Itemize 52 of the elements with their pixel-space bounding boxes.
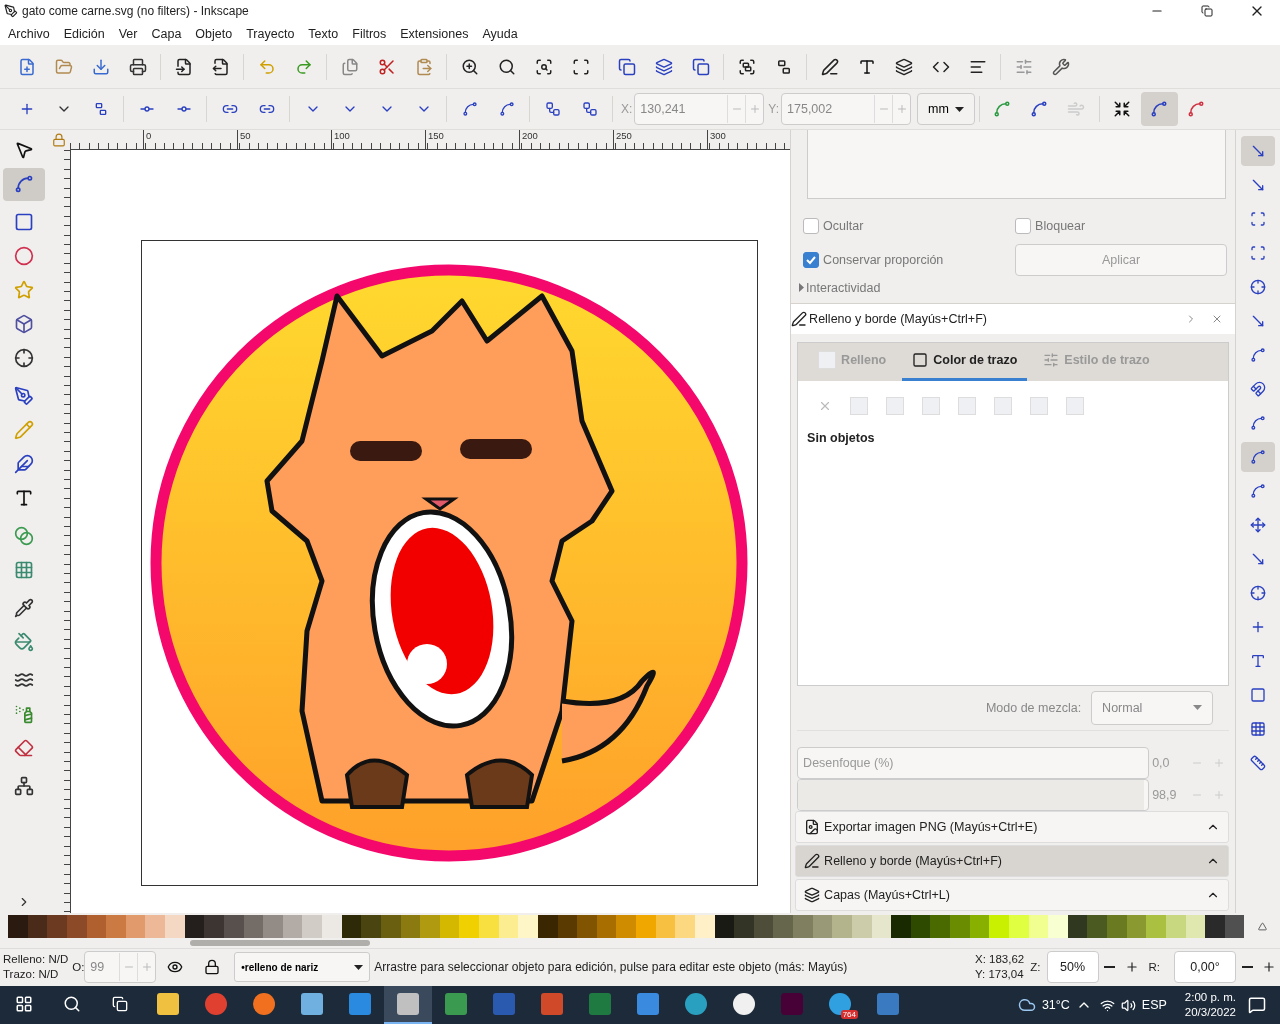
menu-item[interactable]: Ayuda (476, 26, 526, 41)
zoom-field[interactable]: 50% (1046, 951, 1099, 984)
docked-dialog-tab[interactable]: Capas (Mayús+Ctrl+L) (795, 878, 1230, 911)
menu-item[interactable]: Ver (112, 26, 146, 41)
blur-label: Desenfoque (%) (802, 755, 894, 770)
tab[interactable]: Color de trazo (902, 342, 1028, 381)
fill-label: Relleno: N/D (3, 952, 69, 968)
menu-item[interactable]: Capa (145, 26, 190, 41)
clock-time: 2:00 p. m. (1184, 990, 1236, 1005)
window-title: gato come carne.svg (no filters) - Inkscape (22, 4, 250, 18)
menu-item[interactable]: Texto (302, 26, 347, 41)
input-language[interactable]: ESP (1141, 998, 1167, 1012)
ruler-label: 250 (612, 129, 632, 149)
checkbox[interactable]: Bloquear (1015, 217, 1228, 234)
menu-item[interactable]: Edición (57, 26, 113, 41)
cursor-x: X: 183,62 (975, 952, 1025, 968)
coordinate-label: Y: (768, 102, 780, 117)
ruler-label: 200 (518, 129, 538, 149)
checkbox[interactable]: Ocultar (803, 217, 1016, 234)
opacity-label: O: (72, 961, 85, 974)
opacity-value: 98,9 (1151, 787, 1178, 802)
menu-item[interactable]: Objeto (189, 26, 241, 41)
coordinate-label: X: (621, 102, 633, 117)
stroke-label: Trazo: N/D (3, 967, 60, 983)
blur-value: 0,0 (1151, 755, 1171, 770)
rotation-field[interactable]: 0,00° (1174, 951, 1236, 984)
dialog-title: Relleno y borde (Mayús+Ctrl+F) (809, 311, 988, 326)
checkbox[interactable]: Conservar proporción (803, 251, 1016, 268)
temperature: 31°C (1041, 998, 1070, 1012)
layer-dropdown[interactable]: •relleno de nariz (234, 952, 371, 983)
unit-dropdown[interactable]: mm (917, 93, 975, 126)
clock-date: 20/3/2022 (1184, 1005, 1236, 1020)
status-message: Sin objetos (806, 429, 876, 447)
docked-dialog-tab[interactable]: Relleno y borde (Mayús+Ctrl+F) (795, 844, 1230, 877)
docked-dialog-tab[interactable]: Exportar imagen PNG (Mayús+Ctrl+E) (795, 810, 1230, 843)
status-message: Arrastre para seleccionar objeto para edición, pulse para editar este objeto (más: Mayús) (374, 960, 849, 975)
taskbar-app-button[interactable]: 764 (816, 986, 864, 1024)
notification-badge: 764 (840, 1010, 858, 1019)
blend-mode-label: Modo de mezcla: (985, 700, 1082, 715)
interactivity-expander[interactable]: Interactividad (791, 276, 1236, 299)
ruler-label: 0 (142, 129, 152, 149)
ruler-label: 100 (330, 129, 350, 149)
menu-item[interactable]: Archivo (2, 26, 58, 41)
cursor-y: Y: 173,04 (975, 967, 1025, 983)
menu-item[interactable]: Trayecto (240, 26, 303, 41)
menu-item[interactable]: Extensiones (394, 26, 477, 41)
ruler-label: 300 (706, 129, 726, 149)
menu-item[interactable]: Filtros (346, 26, 395, 41)
rotation-label: R: (1148, 961, 1160, 974)
zoom-label: Z: (1030, 961, 1041, 974)
ruler-label: 50 (236, 129, 251, 149)
ruler-label: 150 (424, 129, 444, 149)
